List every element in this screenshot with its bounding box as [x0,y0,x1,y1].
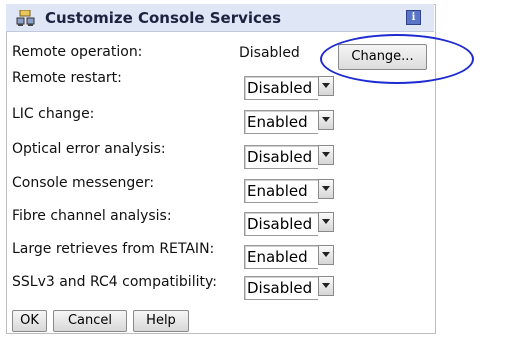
remote-operation-label: Remote operation: [12,44,143,60]
lic-change-label: LIC change: [12,106,95,122]
console-messenger-value: Enabled [247,182,308,200]
highlight-circle [320,34,474,84]
chevron-down-icon[interactable] [318,276,334,296]
optical-error-analysis-value: Disabled [247,148,313,166]
optical-error-analysis-label: Optical error analysis: [12,141,166,157]
info-icon[interactable]: i [406,10,421,25]
title-bar: Customize Console Services [6,4,434,32]
fibre-channel-analysis-value: Disabled [247,215,313,233]
remote-restart-value: Disabled [247,79,313,97]
fibre-channel-analysis-label: Fibre channel analysis: [12,208,172,224]
large-retrieves-value: Enabled [247,248,308,266]
sslv3-rc4-label: SSLv3 and RC4 compatibility: [12,274,217,290]
console-services-icon [16,9,36,26]
chevron-down-icon[interactable] [318,212,334,232]
lic-change-value: Enabled [247,113,308,131]
help-button[interactable]: Help [133,310,189,332]
console-messenger-label: Console messenger: [12,175,155,191]
chevron-down-icon[interactable] [318,145,334,165]
remote-operation-value: Disabled [239,45,300,61]
chevron-down-icon[interactable] [318,110,334,130]
page-title: Customize Console Services [45,9,282,27]
sslv3-rc4-value: Disabled [247,279,313,297]
large-retrieves-label: Large retrieves from RETAIN: [12,241,215,257]
chevron-down-icon[interactable] [318,179,334,199]
chevron-down-icon[interactable] [318,245,334,265]
chevron-down-icon[interactable] [318,76,334,96]
cancel-button[interactable]: Cancel [53,310,127,332]
remote-restart-label: Remote restart: [12,70,122,86]
ok-button[interactable]: OK [12,310,47,332]
